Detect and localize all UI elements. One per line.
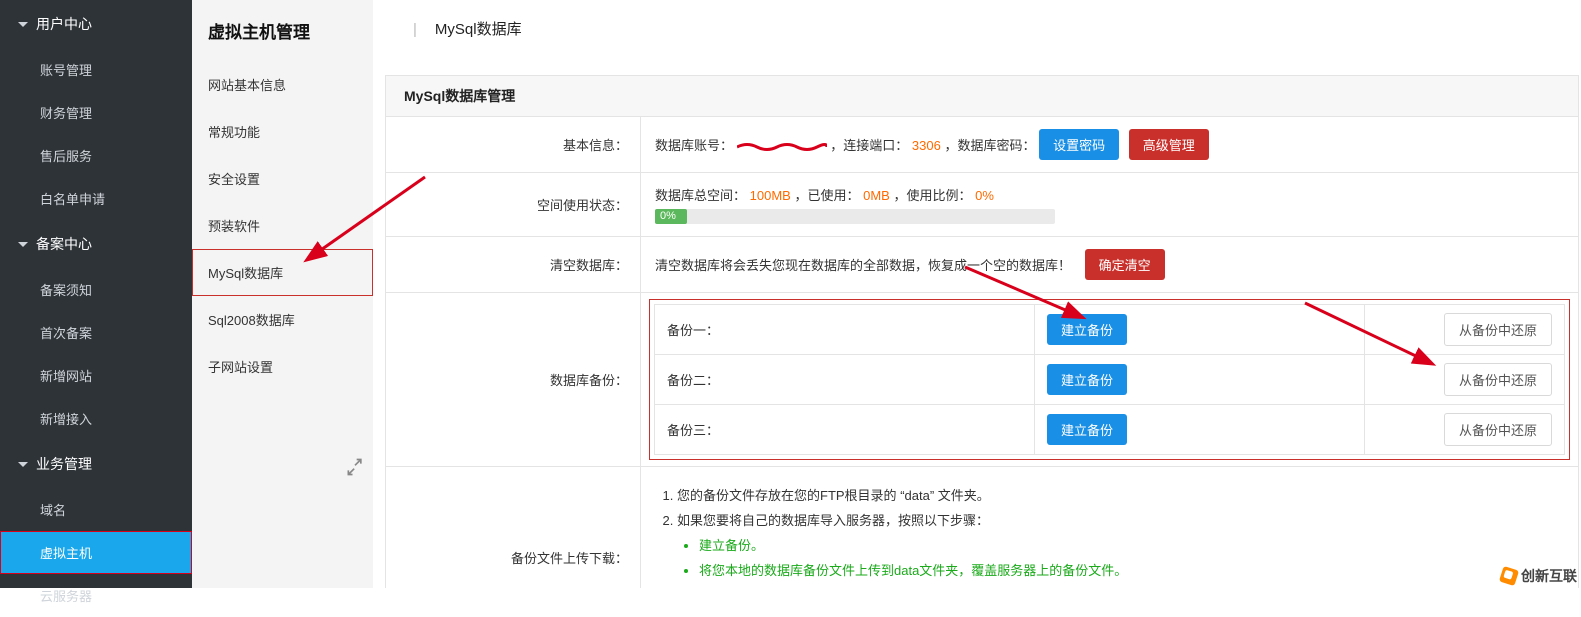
main-content: |MySql数据库 MySql数据库管理 基本信息： 数据库账号： ，连接端口：… — [385, 0, 1581, 588]
sidebar-item-new-access[interactable]: 新增接入 — [0, 397, 192, 440]
restore-backup-button-1[interactable]: 从备份中还原 — [1444, 313, 1552, 346]
usage-ratio-label: ，使用比例： — [893, 188, 971, 203]
backup-table-wrap: 备份一： 建立备份 从备份中还原 备份二： 建立备份 从备份中还原 备份三： 建… — [649, 299, 1570, 460]
row-db-backup: 数据库备份： 备份一： 建立备份 从备份中还原 备份二： 建立备份 从备份中还原 — [385, 293, 1579, 467]
create-backup-button-2[interactable]: 建立备份 — [1047, 364, 1127, 395]
nav-group-label: 备案中心 — [36, 234, 92, 254]
submenu-item-subsite[interactable]: 子网站设置 — [192, 343, 373, 390]
total-space-label: 数据库总空间： — [655, 188, 746, 203]
progress-text: 0% — [660, 209, 676, 224]
backup-name: 备份二： — [655, 355, 1035, 405]
row-basic-info: 基本信息： 数据库账号： ，连接端口： 3306 ，数据库密码： 设置密码 高级… — [385, 116, 1579, 173]
page-title: MySql数据库 — [435, 21, 522, 38]
row-label: 基本信息： — [386, 117, 641, 172]
backup-table: 备份一： 建立备份 从备份中还原 备份二： 建立备份 从备份中还原 备份三： 建… — [654, 304, 1565, 455]
row-label: 备份文件上传下载： — [386, 467, 641, 588]
restore-backup-button-3[interactable]: 从备份中还原 — [1444, 413, 1552, 446]
brand-name: 创新互联 — [1521, 566, 1577, 586]
sidebar-item-cloud-server[interactable]: 云服务器 — [0, 574, 192, 617]
sidebar-nav: 用户中心 账号管理 财务管理 售后服务 白名单申请 备案中心 备案须知 首次备案… — [0, 0, 192, 588]
brand-logo-icon — [1499, 566, 1519, 586]
confirm-clear-button[interactable]: 确定清空 — [1085, 249, 1165, 280]
table-row: 备份二： 建立备份 从备份中还原 — [655, 355, 1565, 405]
clear-db-warning: 清空数据库将会丢失您现在数据库的全部数据，恢复成一个空的数据库！ — [655, 258, 1071, 273]
submenu-item-mysql[interactable]: MySql数据库 — [192, 249, 373, 296]
db-account-label: 数据库账号： — [655, 138, 733, 153]
sidebar-item-beian-notice[interactable]: 备案须知 — [0, 268, 192, 311]
sidebar-item-new-site[interactable]: 新增网站 — [0, 354, 192, 397]
submenu: 虚拟主机管理 网站基本信息 常规功能 安全设置 预装软件 MySql数据库 Sq… — [192, 0, 373, 588]
row-clear-db: 清空数据库： 清空数据库将会丢失您现在数据库的全部数据，恢复成一个空的数据库！ … — [385, 237, 1579, 293]
nav-group-label: 用户中心 — [36, 14, 92, 34]
row-label: 数据库备份： — [386, 293, 641, 466]
row-label: 空间使用状态： — [386, 173, 641, 236]
submenu-title: 虚拟主机管理 — [192, 0, 373, 61]
sidebar-item-finance-mgmt[interactable]: 财务管理 — [0, 91, 192, 134]
sidebar-item-domain[interactable]: 域名 — [0, 488, 192, 531]
breadcrumb: |MySql数据库 — [385, 0, 1581, 53]
instructions-list: 您的备份文件存放在您的FTP根目录的 “data” 文件夹。 如果您要将自己的数… — [655, 485, 1564, 588]
sidebar-item-after-sales[interactable]: 售后服务 — [0, 134, 192, 177]
db-port-label: ，连接端口： — [830, 138, 908, 153]
nav-group-label: 业务管理 — [36, 454, 92, 474]
db-pwd-label: ，数据库密码： — [944, 138, 1035, 153]
db-port-value: 3306 — [912, 138, 941, 153]
row-label: 清空数据库： — [386, 237, 641, 292]
sidebar-item-virtual-host[interactable]: 虚拟主机 — [0, 531, 192, 574]
advanced-manage-button[interactable]: 高级管理 — [1129, 129, 1209, 160]
nav-group-beian-center[interactable]: 备案中心 — [0, 220, 192, 268]
nav-group-business-mgmt[interactable]: 业务管理 — [0, 440, 192, 488]
used-space-value: 0MB — [863, 188, 890, 203]
set-password-button[interactable]: 设置密码 — [1039, 129, 1119, 160]
panel-title: MySql数据库管理 — [385, 75, 1579, 116]
brand-watermark: 创新互联 — [1501, 566, 1577, 586]
used-space-label: ，已使用： — [794, 188, 859, 203]
sidebar-item-first-beian[interactable]: 首次备案 — [0, 311, 192, 354]
backup-name: 备份三： — [655, 405, 1035, 455]
submenu-item-sql2008[interactable]: Sql2008数据库 — [192, 296, 373, 343]
row-backup-download: 备份文件上传下载： 您的备份文件存放在您的FTP根目录的 “data” 文件夹。… — [385, 467, 1579, 588]
mysql-panel: MySql数据库管理 基本信息： 数据库账号： ，连接端口： 3306 ，数据库… — [385, 75, 1579, 588]
submenu-item-security[interactable]: 安全设置 — [192, 155, 373, 202]
submenu-item-general[interactable]: 常规功能 — [192, 108, 373, 155]
create-backup-button-1[interactable]: 建立备份 — [1047, 314, 1127, 345]
table-row: 备份三： 建立备份 从备份中还原 — [655, 405, 1565, 455]
usage-ratio-value: 0% — [975, 188, 994, 203]
usage-progress: 0% — [655, 209, 1055, 224]
nav-group-user-center[interactable]: 用户中心 — [0, 0, 192, 48]
create-backup-button-3[interactable]: 建立备份 — [1047, 414, 1127, 445]
sidebar-item-whitelist-apply[interactable]: 白名单申请 — [0, 177, 192, 220]
submenu-item-site-basic[interactable]: 网站基本信息 — [192, 61, 373, 108]
restore-backup-button-2[interactable]: 从备份中还原 — [1444, 363, 1552, 396]
total-space-value: 100MB — [750, 188, 791, 203]
table-row: 备份一： 建立备份 从备份中还原 — [655, 305, 1565, 355]
sidebar-item-account-mgmt[interactable]: 账号管理 — [0, 48, 192, 91]
backup-name: 备份一： — [655, 305, 1035, 355]
row-usage: 空间使用状态： 数据库总空间： 100MB ，已使用： 0MB ，使用比例： 0… — [385, 173, 1579, 237]
collapse-toggle-icon[interactable] — [345, 457, 365, 477]
redacted-account — [737, 142, 827, 152]
submenu-item-preinstall[interactable]: 预装软件 — [192, 202, 373, 249]
